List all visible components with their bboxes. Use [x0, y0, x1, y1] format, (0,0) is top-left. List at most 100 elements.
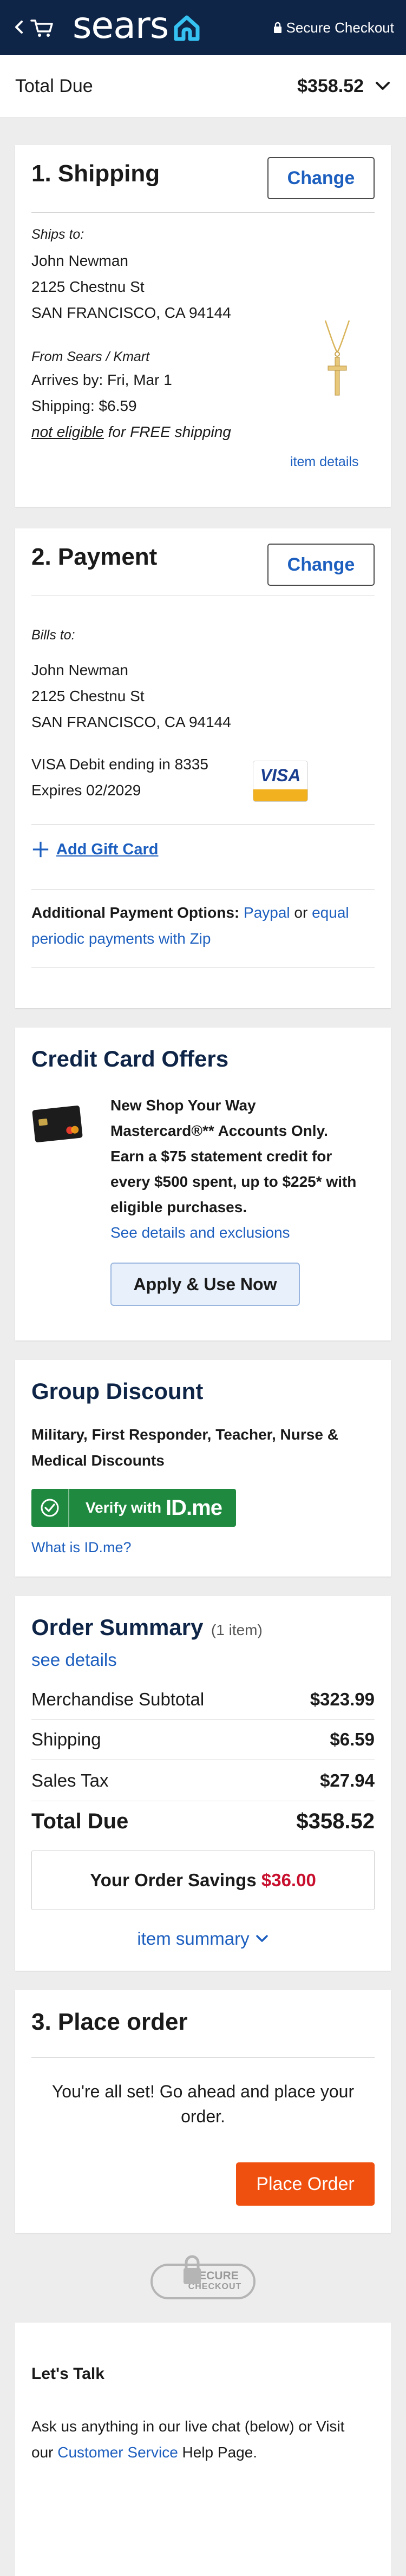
lets-talk-suffix: Help Page. — [178, 2444, 258, 2461]
credit-card-image — [32, 1106, 83, 1142]
summary-row-shipping: Shipping $6.59 — [31, 1729, 375, 1750]
see-details-link[interactable]: see details — [31, 1647, 117, 1673]
ship-street: 2125 Chestnu St — [31, 278, 145, 295]
place-order-message-line-1: You're all set! Go ahead and place your — [51, 2082, 355, 2101]
summary-row-total: Total Due $358.52 — [31, 1809, 375, 1834]
back-chevron-icon[interactable] — [11, 16, 27, 38]
verify-label: Verify with — [86, 1499, 162, 1516]
shipping-cost: Shipping: $6.59 — [31, 397, 137, 414]
bill-city: SAN FRANCISCO, CA 94144 — [31, 714, 231, 730]
group-desc-line-2: Medical Discounts — [31, 1452, 165, 1469]
plus-icon — [32, 841, 49, 858]
credit-offer-text: New Shop Your Way Mastercard®** Accounts… — [110, 1093, 376, 1245]
customer-service-link[interactable]: Customer Service — [57, 2444, 178, 2461]
visa-brand-text: VISA — [260, 765, 301, 785]
total-due-label: Total Due — [15, 76, 93, 96]
free-shipping-text: for FREE shipping — [103, 423, 231, 440]
group-discount-title: Group Discount — [31, 1378, 204, 1404]
total-due-bar[interactable]: Total Due $358.52 — [0, 55, 406, 118]
visa-card-icon: VISA — [253, 761, 307, 801]
bills-to-label: Bills to: — [31, 627, 75, 643]
offer-line-4: every $500 spent, up to $225* with — [110, 1173, 357, 1190]
lets-talk-text: Ask us anything in our live chat (below)… — [31, 2414, 375, 2466]
group-discount-desc: Military, First Responder, Teacher, Nurs… — [31, 1422, 338, 1474]
lets-talk-prefix: our — [31, 2444, 58, 2461]
arrives-by: Arrives by: Fri, Mar 1 — [31, 371, 172, 388]
place-order-message: You're all set! Go ahead and place your … — [31, 2079, 375, 2129]
offer-line-1: New Shop Your Way — [110, 1097, 256, 1114]
free-shipping-note: not eligible for FREE shipping — [31, 419, 231, 445]
or-text: or — [290, 904, 312, 921]
paypal-link[interactable]: Paypal — [244, 904, 290, 921]
credit-offer-title: Credit Card Offers — [31, 1046, 229, 1071]
not-eligible-text: not eligible — [31, 423, 104, 440]
lets-talk-line-2: our Customer Service Help Page. — [31, 2440, 375, 2466]
divider — [31, 212, 375, 213]
offer-details-link[interactable]: See details and exclusions — [110, 1224, 290, 1241]
item-details-link[interactable]: item details — [290, 454, 358, 470]
sears-logo[interactable]: sears — [73, 4, 203, 48]
what-is-idme-link[interactable]: What is ID.me? — [31, 1537, 132, 1558]
summary-value: $27.94 — [320, 1770, 375, 1790]
summary-row-merchandise: Merchandise Subtotal $323.99 — [31, 1689, 375, 1710]
add-gift-card-link[interactable]: Add Gift Card — [31, 840, 159, 859]
chevron-down-icon[interactable] — [374, 78, 392, 94]
order-summary-title: Order Summary — [31, 1614, 204, 1640]
lets-talk-section: Let's Talk Ask us anything in our live c… — [15, 2323, 391, 2576]
secure-checkout-label: Secure Checkout — [273, 18, 394, 37]
place-order-message-line-2: order. — [181, 2107, 225, 2126]
brand-text: sears — [73, 4, 169, 47]
savings-value: $36.00 — [261, 1870, 316, 1890]
lock-icon — [273, 22, 281, 33]
card-info: VISA Debit ending in 8335 — [31, 756, 208, 773]
divider — [31, 1719, 375, 1720]
bill-name: John Newman — [31, 662, 128, 678]
shipping-section: 1. Shipping Change Ships to: John Newman… — [15, 145, 391, 507]
group-desc-line-1: Military, First Responder, Teacher, Nurs… — [31, 1426, 338, 1443]
divider — [31, 889, 375, 890]
divider — [31, 824, 375, 825]
savings-label: Your Order Savings — [90, 1870, 261, 1890]
order-summary-section: Order Summary (1 item) see details Merch… — [15, 1596, 391, 1971]
payment-section: 2. Payment Change Bills to: John Newman … — [15, 528, 391, 1008]
credit-offer-section: Credit Card Offers New Shop Your Way Mas… — [15, 1028, 391, 1341]
ship-from: From Sears / Kmart — [31, 349, 150, 364]
summary-row-tax: Sales Tax $27.94 — [31, 1770, 375, 1791]
verify-idme-button[interactable]: Verify with ID.me — [31, 1489, 236, 1527]
total-due-amount: $358.52 — [297, 76, 364, 96]
card-expiry: Expires 02/2029 — [31, 782, 141, 799]
ship-city: SAN FRANCISCO, CA 94144 — [31, 304, 231, 321]
cart-icon[interactable] — [30, 17, 54, 38]
shipping-change-button[interactable]: Change — [267, 157, 375, 199]
offer-line-5: eligible purchases. — [110, 1199, 247, 1215]
summary-label: Shipping — [31, 1729, 101, 1749]
order-summary-header: Order Summary (1 item) — [31, 1614, 263, 1640]
place-order-section: 3. Place order You're all set! Go ahead … — [15, 1990, 391, 2233]
apply-use-now-button[interactable]: Apply & Use Now — [110, 1263, 300, 1306]
summary-total-label: Total Due — [31, 1809, 129, 1833]
place-order-button[interactable]: Place Order — [236, 2162, 375, 2206]
idme-brand: ID.me — [166, 1495, 222, 1520]
lets-talk-title: Let's Talk — [31, 2365, 104, 2383]
item-summary-toggle[interactable]: item summary — [15, 1928, 391, 1949]
item-thumbnail[interactable] — [310, 318, 364, 398]
zip-link-part2[interactable]: periodic payments with Zip — [31, 930, 211, 947]
shipping-title: 1. Shipping — [31, 160, 160, 187]
additional-payment-options: Additional Payment Options: Paypal or eq… — [31, 900, 375, 952]
summary-value: $323.99 — [310, 1689, 375, 1709]
order-summary-count: (1 item) — [211, 1622, 263, 1638]
zip-link-part1[interactable]: equal — [312, 904, 349, 921]
payment-title: 2. Payment — [31, 544, 158, 570]
summary-label: Sales Tax — [31, 1770, 109, 1790]
place-order-title: 3. Place order — [31, 2009, 188, 2035]
bill-street: 2125 Chestnu St — [31, 688, 145, 704]
group-discount-section: Group Discount Military, First Responder… — [15, 1360, 391, 1577]
summary-label: Merchandise Subtotal — [31, 1689, 205, 1709]
ships-to-label: Ships to: — [31, 227, 84, 242]
offer-line-2: Mastercard®** Accounts Only. — [110, 1122, 328, 1139]
payment-change-button[interactable]: Change — [267, 544, 375, 586]
ship-name: John Newman — [31, 252, 128, 269]
summary-total-value: $358.52 — [296, 1809, 375, 1833]
item-summary-label[interactable]: item summary — [137, 1928, 249, 1949]
add-gift-card-label[interactable]: Add Gift Card — [56, 841, 159, 859]
